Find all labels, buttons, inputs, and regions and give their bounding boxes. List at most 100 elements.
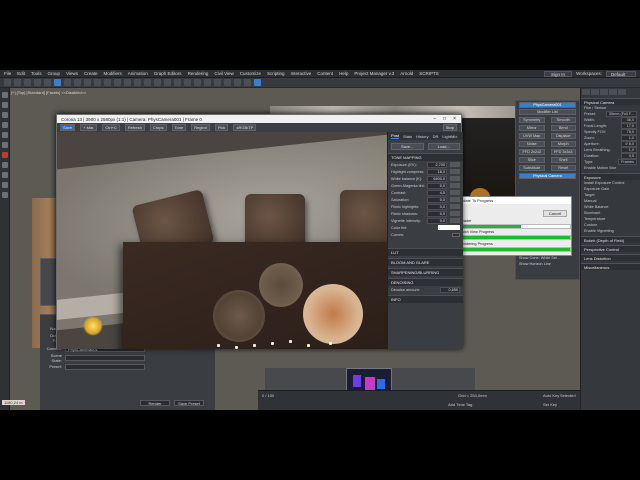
- tone-param[interactable]: White balance [K]: 6400,0: [388, 175, 463, 182]
- modifier-list-dropdown[interactable]: Modifier List: [519, 109, 576, 115]
- minimize-icon[interactable]: –: [433, 116, 436, 122]
- rect-select-icon[interactable]: [74, 79, 81, 86]
- menu-scripts[interactable]: SCRIPTS: [419, 71, 439, 76]
- selected-object-name[interactable]: PhysCamera001: [519, 102, 576, 108]
- menu-arnold[interactable]: Arnold: [400, 71, 413, 76]
- enable-motion-blur-checkbox[interactable]: Enable Motion Blur: [581, 165, 640, 171]
- align-icon[interactable]: [194, 79, 201, 86]
- denoise-amount[interactable]: Denoise amount: 0,650: [388, 286, 463, 293]
- menu-graph-editors[interactable]: Graph Editors: [154, 71, 182, 76]
- menu-help[interactable]: Help: [339, 71, 348, 76]
- tab-lightmix[interactable]: LightMix: [442, 134, 457, 139]
- menu-animation[interactable]: Animation: [128, 71, 148, 76]
- render-icon[interactable]: [254, 79, 261, 86]
- scene-explorer-icon[interactable]: [2, 162, 8, 168]
- mod-button[interactable]: Symmetry: [519, 117, 545, 123]
- curves[interactable]: Curves:: [388, 231, 463, 238]
- mirror-icon[interactable]: [184, 79, 191, 86]
- timeline[interactable]: 0 / 100 Grid = 254,0mm Add Time Tag Auto…: [258, 390, 580, 410]
- curve-editor-icon[interactable]: [214, 79, 221, 86]
- render-button[interactable]: Render: [140, 399, 170, 406]
- undo-icon[interactable]: [4, 79, 11, 86]
- menu-tools[interactable]: Tools: [31, 71, 42, 76]
- menu-customize[interactable]: Customize: [240, 71, 261, 76]
- close-icon[interactable]: ×: [453, 116, 456, 122]
- bloom-section[interactable]: BLOOM AND GLARE: [388, 258, 463, 266]
- sharpening-section[interactable]: SHARPENING/BLURRING: [388, 268, 463, 276]
- perspective-section[interactable]: Perspective Control: [581, 245, 640, 252]
- lut-section[interactable]: LUT: [388, 248, 463, 256]
- sign-in-button[interactable]: Sign In: [544, 70, 573, 77]
- workspace-select[interactable]: Default: [606, 70, 636, 77]
- lens-distortion-section[interactable]: Lens Distortion: [581, 254, 640, 261]
- mod-button[interactable]: Shell: [550, 157, 576, 163]
- menu-modifiers[interactable]: Modifiers: [104, 71, 122, 76]
- unlink-icon[interactable]: [34, 79, 41, 86]
- freeze-icon[interactable]: [2, 192, 8, 198]
- snap-icon[interactable]: [154, 79, 161, 86]
- vfb-refresh-button[interactable]: Refresh: [124, 124, 145, 131]
- reference-icon[interactable]: [134, 79, 141, 86]
- scene-state-select[interactable]: [65, 354, 145, 361]
- redo-icon[interactable]: [14, 79, 21, 86]
- mod-button[interactable]: UVW Map: [519, 133, 545, 139]
- tab-post[interactable]: Post: [391, 133, 400, 139]
- preset-select[interactable]: [65, 363, 145, 370]
- move-icon[interactable]: [94, 79, 101, 86]
- tab-stats[interactable]: Stats: [403, 134, 412, 139]
- vfb-copy-button[interactable]: Ctrl+C: [102, 124, 120, 131]
- tone-param[interactable]: Vignette intensity: 0,0: [388, 217, 463, 224]
- vfb-region-button[interactable]: Region: [191, 124, 210, 131]
- modifier-stack-item[interactable]: Physical Camera: [519, 173, 576, 179]
- mod-button[interactable]: Bend: [550, 125, 576, 131]
- vfb-tone-button[interactable]: Tone: [171, 124, 187, 131]
- mod-button[interactable]: Displace: [550, 133, 576, 139]
- menu-edit[interactable]: Edit: [17, 71, 25, 76]
- vfb-pick-button[interactable]: Pick: [214, 124, 229, 131]
- rotate-icon[interactable]: [104, 79, 111, 86]
- display-tab-icon[interactable]: [618, 89, 626, 95]
- tone-param[interactable]: Filmic shadows: 0,0: [388, 210, 463, 217]
- mod-button[interactable]: FFD 2x2x2: [519, 149, 545, 155]
- denoising-section[interactable]: DENOISING: [388, 278, 463, 286]
- menu-project-manager[interactable]: Project Manager v.3: [354, 71, 394, 76]
- tab-history[interactable]: History: [416, 134, 428, 139]
- tone-param[interactable]: Green-Magenta tint: 0,0: [388, 182, 463, 189]
- menu-content[interactable]: Content: [317, 71, 333, 76]
- selected-select[interactable]: Selected: [560, 393, 576, 398]
- modify-icon[interactable]: [2, 102, 8, 108]
- tone-param[interactable]: Saturation: 0,0: [388, 196, 463, 203]
- save-preset-button[interactable]: Save Preset: [174, 399, 204, 406]
- vfb-mark-button[interactable]: + Mar.: [80, 124, 98, 131]
- hierarchy-icon[interactable]: [2, 112, 8, 118]
- menu-scripting[interactable]: Scripting: [267, 71, 285, 76]
- isolate-icon[interactable]: [2, 182, 8, 188]
- add-time-tag[interactable]: Add Time Tag: [448, 402, 472, 407]
- vfb-crops-button[interactable]: Crops: [149, 124, 167, 131]
- mod-button[interactable]: Reset: [550, 165, 576, 171]
- hierarchy-tab-icon[interactable]: [600, 89, 608, 95]
- mod-button[interactable]: Slice: [519, 157, 545, 163]
- material-editor-icon[interactable]: [224, 79, 231, 86]
- menu-civil-view[interactable]: Civil View: [214, 71, 233, 76]
- percent-snap-icon[interactable]: [174, 79, 181, 86]
- render-frame-icon[interactable]: [244, 79, 251, 86]
- auto-key-button[interactable]: Auto Key: [543, 393, 559, 398]
- create-icon[interactable]: [2, 92, 8, 98]
- tone-param[interactable]: Highlight compress: 16,0: [388, 168, 463, 175]
- mod-button[interactable]: Smooth: [550, 117, 576, 123]
- vfb-colorspace-select[interactable]: sRGB/TP: [233, 124, 257, 131]
- tone-param[interactable]: Filmic highlights: 0,0: [388, 203, 463, 210]
- misc-section[interactable]: Miscellaneous: [581, 263, 640, 270]
- color-tint[interactable]: Color tint:: [388, 224, 463, 231]
- motion-icon[interactable]: [2, 122, 8, 128]
- select-by-name-icon[interactable]: [64, 79, 71, 86]
- show-cone-select[interactable]: While Sel...: [541, 256, 560, 260]
- mod-button[interactable]: Substitute: [519, 165, 545, 171]
- info-section[interactable]: INFO: [388, 295, 463, 303]
- tone-param[interactable]: Exposure (EV): 2,700: [388, 161, 463, 168]
- window-crossing-icon[interactable]: [84, 79, 91, 86]
- select-icon[interactable]: [54, 79, 61, 86]
- pivot-icon[interactable]: [144, 79, 151, 86]
- menu-views[interactable]: Views: [66, 71, 78, 76]
